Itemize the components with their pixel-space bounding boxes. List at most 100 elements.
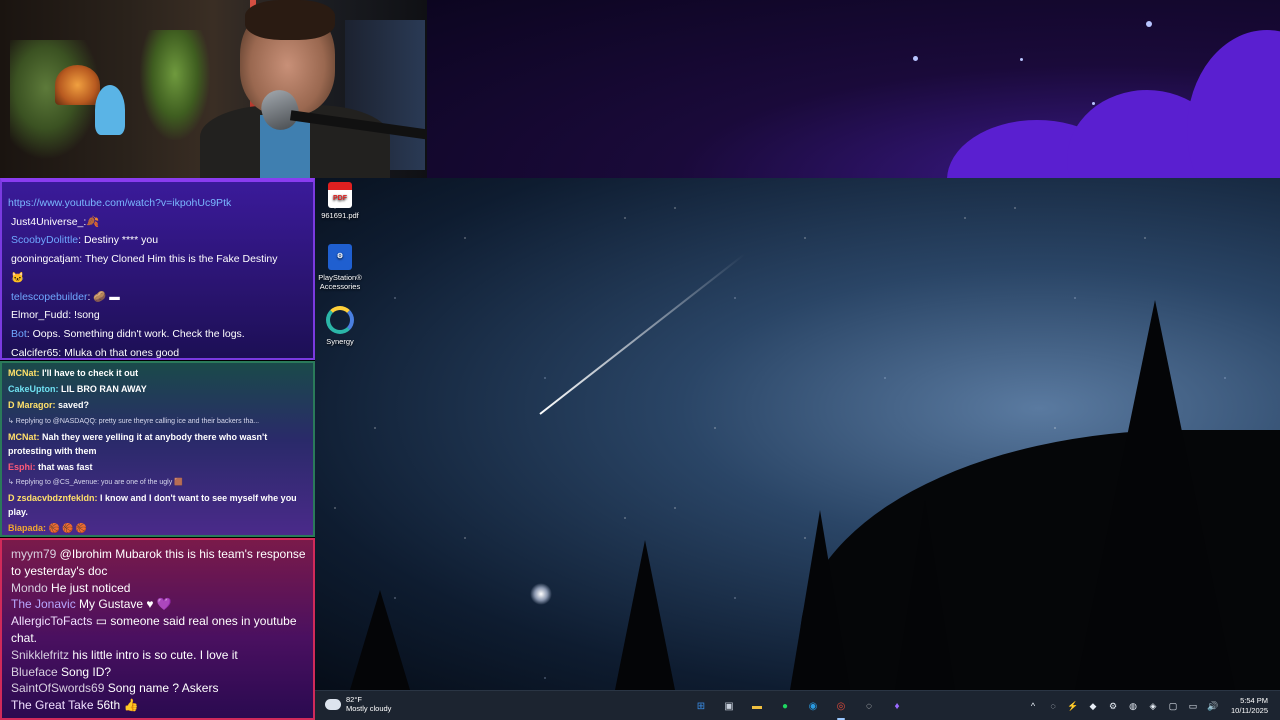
chat-message: MCNat: Nah they were yelling it at anybo… — [8, 429, 309, 459]
chat-message: D Maragor: saved? — [8, 397, 309, 413]
chat-username[interactable]: MCNat: — [8, 368, 40, 378]
chat-username[interactable]: SaintOfSwords69 — [11, 681, 104, 695]
app-tray-icon[interactable]: ⚡ — [1066, 699, 1080, 713]
chat-text: : Oops. Something didn't work. Check the… — [26, 327, 245, 340]
chat-username[interactable]: Snikklefritz — [11, 648, 69, 662]
chat-message: myym79 @Ibrohim Mubarok this is his team… — [11, 546, 307, 580]
chat-text: Song ID? — [57, 664, 112, 679]
chat-panel-secondary: MCNat: I'll have to check it out CakeUpto… — [0, 361, 315, 537]
chat-username[interactable]: Biapada: — [8, 523, 46, 533]
chat-username[interactable]: Esphi: — [8, 462, 36, 472]
obs-icon[interactable]: ◌ — [858, 695, 880, 717]
chat-message: Snikklefritz his little intro is so cute… — [11, 647, 307, 664]
chat-text: LIL BRO RAN AWAY — [58, 384, 147, 395]
system-tray: ^ ◌ ⚡ ◆ ⚙ ◍ ◈ ▢ ▭ 🔊 — [1026, 699, 1220, 713]
cloud-icon — [325, 698, 341, 710]
chat-username[interactable]: MCNat: — [8, 432, 40, 442]
chat-message: Calcifer65: Mluka oh that ones good — [11, 344, 307, 359]
chat-text: 56th 👍 — [93, 698, 139, 713]
chat-message: gooningcatjam: They Cloned Him this is t… — [11, 250, 307, 269]
task-view-button[interactable]: ▣ — [718, 695, 740, 717]
clock-date: 10/11/2025 — [1231, 706, 1268, 716]
screen: PDF 961691.pdf ⚙ PlayStation® Accessorie… — [0, 0, 1280, 720]
desktop-icon-label: 961691.pdf — [321, 211, 359, 220]
chat-text: : !song — [68, 309, 100, 322]
desktop-icon-label: Synergy — [326, 337, 354, 346]
pdf-file-icon: PDF — [328, 182, 352, 208]
edge-icon[interactable]: ◉ — [802, 695, 824, 717]
monitor-icon[interactable]: ▭ — [1186, 699, 1200, 713]
sync-icon[interactable]: ◌ — [1046, 699, 1060, 713]
chat-message: Bot: Oops. Something didn't work. Check … — [11, 325, 307, 344]
start-button[interactable]: ⊞ — [690, 695, 712, 717]
desktop-icon-synergy[interactable]: Synergy — [315, 306, 365, 346]
security-icon[interactable]: ▢ — [1166, 699, 1180, 713]
chat-username[interactable]: Mondo — [11, 581, 48, 595]
chat-username[interactable]: Elmor_Fudd — [11, 309, 68, 321]
chat-username[interactable]: AllergicToFacts — [11, 614, 92, 628]
chat-text: 🍂 — [86, 215, 100, 228]
network-icon[interactable]: ◍ — [1126, 699, 1140, 713]
chat-username[interactable]: Just4Universe_: — [11, 216, 86, 228]
chat-panel-tertiary: myym79 @Ibrohim Mubarok this is his team… — [0, 538, 315, 720]
chat-message: Blueface Song ID? — [11, 664, 307, 681]
chat-text: saved? — [55, 400, 90, 411]
desktop: PDF 961691.pdf ⚙ PlayStation® Accessorie… — [315, 178, 1280, 690]
chat-message: telescopebuilder: 🥔 ▬ — [11, 288, 307, 307]
spotify-icon[interactable]: ● — [774, 695, 796, 717]
chat-username[interactable]: myym79 — [11, 547, 56, 561]
chat-username[interactable]: ScoobyDolittle — [11, 234, 78, 246]
chat-message: D zsdacvbdznfekldn: I know and I don't w… — [8, 490, 309, 520]
chat-message: The Jonavic My Gustave ♥ 💜 — [11, 596, 307, 613]
chat-message: CakeUpton: LIL BRO RAN AWAY — [8, 381, 309, 397]
chat-text: : They Cloned Him this is the Fake Desti… — [79, 253, 278, 266]
chat-message: MCNat: I'll have to check it out — [8, 365, 309, 381]
volume-icon[interactable]: 🔊 — [1206, 699, 1220, 713]
taskbar-apps: ⊞ ▣ ▬ ● ◉ ◎ ◌ ♦ — [690, 695, 908, 720]
chat-username[interactable]: The Jonavic — [11, 597, 76, 611]
chat-message: Just4Universe_:🍂 — [11, 213, 307, 232]
app-icon[interactable]: ♦ — [886, 695, 908, 717]
chat-link[interactable]: https://www.youtube.com/watch?v=ikpohUc9… — [8, 194, 307, 213]
chat-message: ScoobyDolittle: Destiny **** you — [11, 231, 307, 250]
chat-message: 🐱 — [11, 269, 307, 288]
chat-text: : Destiny **** you — [78, 234, 159, 247]
chat-username[interactable]: gooningcatjam — [11, 253, 79, 265]
chat-text: My Gustave ♥ 💜 — [75, 597, 172, 612]
weather-widget[interactable]: 82°F Mostly cloudy — [325, 695, 391, 713]
chat-username[interactable]: D zsdacvbdznfekldn: — [8, 493, 98, 503]
steam-icon[interactable]: ⚙ — [1106, 699, 1120, 713]
chat-message: AllergicToFacts ▭ someone said real ones… — [11, 613, 307, 647]
weather-temp: 82°F — [346, 695, 362, 704]
chat-username[interactable]: D Maragor: — [8, 400, 56, 410]
taskbar: 82°F Mostly cloudy ⊞ ▣ ▬ ● ◉ ◎ ◌ ♦ ^ ◌ ⚡ ◆ ⚙ ◍ ◈ ▢ ▭ 🔊 5… — [315, 690, 1280, 720]
desktop-icon-pdf[interactable]: PDF 961691.pdf — [315, 182, 365, 220]
chrome-icon[interactable]: ◎ — [830, 695, 852, 720]
file-explorer-icon[interactable]: ▬ — [746, 695, 768, 717]
chat-message: The Great Take 56th 👍 — [11, 697, 307, 714]
chat-username[interactable]: telescopebuilder — [11, 291, 87, 303]
chat-text: 🏀 🏀 🏀 — [46, 522, 88, 533]
gpu-icon[interactable]: ◈ — [1146, 699, 1160, 713]
playstation-icon: ⚙ — [328, 244, 352, 270]
chat-username[interactable]: The Great Take — [11, 698, 94, 712]
chat-text: Song name ? Askers — [104, 681, 219, 696]
chat-reply-context: ↳ Replying to @NASDAQQ: pretty sure they… — [8, 417, 260, 425]
onenote-icon[interactable]: ◆ — [1086, 699, 1100, 713]
chat-username[interactable]: Bot — [11, 328, 27, 340]
stream-banner — [427, 0, 1280, 178]
chat-text: 🐱 — [11, 271, 25, 284]
clock[interactable]: 5:54 PM 10/11/2025 — [1231, 696, 1268, 716]
chat-text: @Ibrohim Mubarok this is his team's resp… — [11, 547, 306, 578]
chat-text: his little intro is so cute. I love it — [69, 647, 238, 662]
chevron-icon[interactable]: ^ — [1026, 699, 1040, 713]
chat-text: He just noticed — [47, 580, 131, 595]
chat-text: I'll have to check it out — [39, 368, 139, 378]
desktop-icon-label: PlayStation® Accessories — [318, 273, 362, 291]
chat-username[interactable]: CakeUpton: — [8, 384, 59, 394]
desktop-icon-playstation[interactable]: ⚙ PlayStation® Accessories — [315, 244, 365, 291]
chat-username[interactable]: Blueface — [11, 665, 58, 679]
chat-panel-primary: https://www.youtube.com/watch?v=ikpohUc9… — [0, 178, 315, 360]
chat-text: : Mluka oh that ones good — [58, 346, 180, 359]
chat-username[interactable]: Calcifer65 — [11, 347, 58, 358]
